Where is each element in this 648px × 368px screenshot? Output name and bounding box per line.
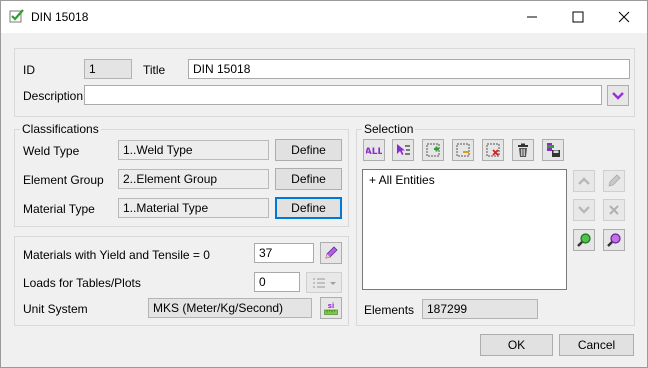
unit-system-label: Unit System: [23, 302, 88, 316]
trash-icon: [518, 143, 528, 157]
cancel-button[interactable]: Cancel: [559, 334, 634, 356]
close-button[interactable]: [601, 1, 647, 33]
define-material-type-button[interactable]: Define: [275, 197, 342, 219]
save-selection-icon: [547, 143, 560, 157]
weld-type-label: Weld Type: [23, 144, 80, 158]
define-element-group-button[interactable]: Define: [275, 168, 342, 190]
clear-selection-button[interactable]: [482, 139, 504, 161]
select-all-button[interactable]: ALL: [363, 139, 385, 161]
minimize-icon: [527, 16, 537, 18]
loads-list-dropdown[interactable]: [306, 272, 342, 293]
edit-selection-button[interactable]: [603, 170, 625, 192]
unit-si-text: si: [328, 302, 335, 310]
box-minus-icon: [456, 143, 470, 157]
save-selection-button[interactable]: [542, 139, 564, 161]
id-label: ID: [23, 63, 35, 77]
dialog-window: DIN 15018 ID 1 Title DIN 15018 Descripti…: [0, 0, 648, 368]
pencil-icon: [608, 174, 621, 187]
title-bar: DIN 15018: [1, 1, 647, 33]
selection-group-label: Selection: [362, 122, 416, 136]
elements-count-field: 187299: [422, 299, 538, 319]
magnifier-green-icon: [577, 233, 591, 247]
description-label: Description: [23, 89, 84, 103]
check-app-icon: [9, 8, 25, 24]
elements-label: Elements: [364, 303, 415, 317]
chevron-up-icon: [578, 177, 590, 185]
list-item[interactable]: + All Entities: [369, 173, 435, 187]
all-icon: ALL: [366, 147, 382, 157]
loads-field[interactable]: 0: [254, 272, 300, 292]
element-group-field: 2..Element Group: [118, 169, 269, 189]
description-dropdown-button[interactable]: [607, 85, 629, 106]
maximize-icon: [572, 11, 584, 23]
selection-list[interactable]: + All Entities: [362, 169, 567, 290]
chevron-down-icon: [578, 206, 590, 214]
weld-type-field: 1..Weld Type: [118, 140, 269, 160]
magnifier-purple-icon: [607, 233, 621, 247]
maximize-button[interactable]: [555, 1, 601, 33]
window-title: DIN 15018: [31, 10, 89, 24]
pencil-icon: [325, 246, 338, 259]
all-icon-text: ALL: [366, 147, 382, 157]
delete-selection-button[interactable]: [512, 139, 534, 161]
title-input[interactable]: DIN 15018: [188, 59, 630, 79]
classifications-group-label: Classifications: [20, 122, 101, 136]
element-group-label: Element Group: [23, 173, 104, 187]
remove-from-selection-button[interactable]: [452, 139, 474, 161]
define-weld-type-button[interactable]: Define: [275, 139, 342, 161]
minimize-button[interactable]: [509, 1, 555, 33]
material-type-field: 1..Material Type: [118, 198, 269, 218]
ok-button[interactable]: OK: [480, 334, 553, 356]
move-down-button[interactable]: [573, 199, 595, 221]
close-icon: [618, 11, 630, 23]
description-input[interactable]: [84, 85, 602, 105]
loads-label: Loads for Tables/Plots: [23, 276, 141, 290]
unit-system-button[interactable]: si: [320, 297, 342, 319]
zoom-green-button[interactable]: [573, 229, 595, 251]
list-dropdown-icon: [313, 277, 336, 288]
materials-field[interactable]: 37: [254, 243, 314, 263]
ruler-si-icon: si: [324, 302, 338, 315]
material-type-label: Material Type: [23, 202, 95, 216]
unit-system-field: MKS (Meter/Kg/Second): [148, 298, 312, 318]
x-icon: [609, 205, 619, 215]
chevron-down-icon: [612, 91, 624, 100]
edit-materials-button[interactable]: [320, 242, 342, 264]
box-add-icon: [426, 143, 440, 157]
materials-label: Materials with Yield and Tensile = 0: [23, 248, 210, 262]
box-delete-icon: [486, 143, 500, 157]
title-label: Title: [143, 63, 166, 77]
remove-item-button[interactable]: [603, 199, 625, 221]
zoom-purple-button[interactable]: [603, 229, 625, 251]
id-field: 1: [84, 59, 132, 79]
cursor-list-icon: [397, 144, 410, 155]
select-list-button[interactable]: [392, 139, 414, 161]
move-up-button[interactable]: [573, 170, 595, 192]
add-to-selection-button[interactable]: [422, 139, 444, 161]
